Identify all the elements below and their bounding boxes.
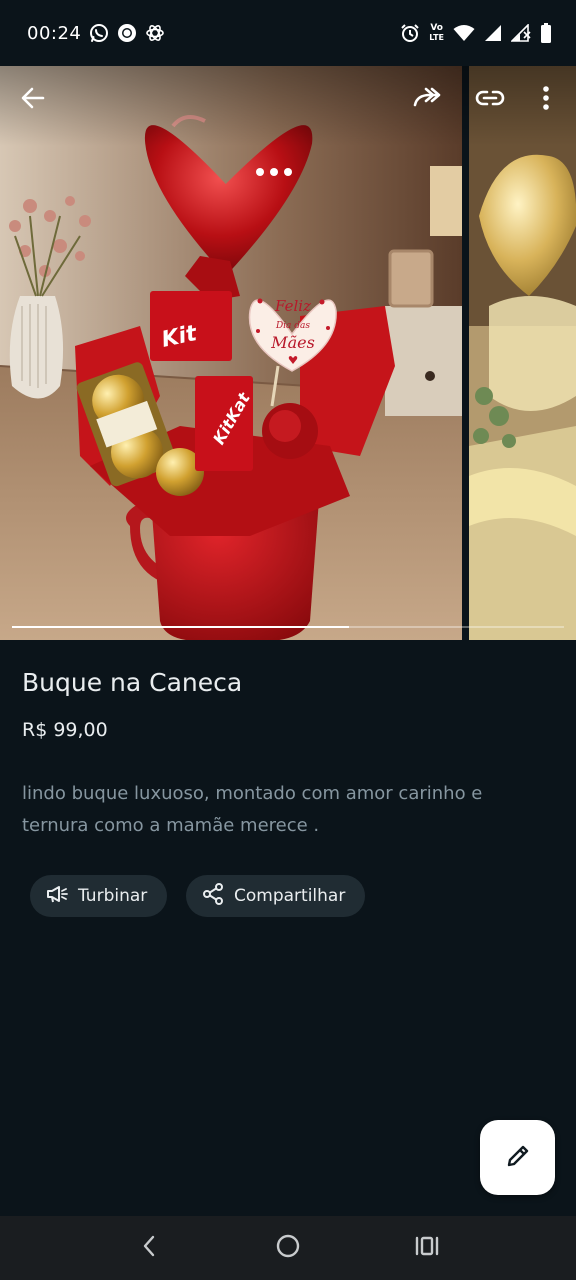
share-label: Compartilhar: [234, 886, 346, 906]
back-icon: [20, 85, 46, 115]
boost-button[interactable]: Turbinar: [30, 875, 168, 917]
status-time: 00:24: [27, 22, 82, 44]
link-icon: [475, 88, 505, 112]
balloon-tag-line3: Mães: [270, 333, 315, 352]
whatsapp-icon: [89, 23, 109, 43]
status-left-icons: [89, 23, 165, 43]
signal-icon: [484, 24, 502, 42]
battery-icon: [540, 23, 552, 43]
balloon-tag-line1: Feliz: [274, 297, 311, 315]
nav-recents-button[interactable]: [397, 1223, 457, 1273]
balloon-tag-line2: Dia das: [275, 321, 310, 331]
product-price: R$ 99,00: [22, 719, 108, 741]
back-button[interactable]: [11, 78, 55, 122]
volte-bottom-label: LTE: [429, 33, 444, 42]
product-title: Buque na Caneca: [22, 668, 243, 697]
record-icon: [117, 23, 137, 43]
media-progress-track: [12, 626, 564, 628]
forward-icon: [412, 85, 442, 115]
edit-button[interactable]: [480, 1120, 555, 1195]
next-product-photo[interactable]: [469, 66, 576, 640]
nav-back-icon: [141, 1234, 157, 1262]
nav-home-icon: [275, 1233, 301, 1263]
status-bar: 00:24 Vo LTE: [0, 0, 576, 66]
nav-back-button[interactable]: [119, 1223, 179, 1273]
chatgpt-icon: [145, 23, 165, 43]
signal-weak-icon: [511, 24, 531, 42]
system-nav-bar: [0, 1216, 576, 1280]
alarm-icon: [400, 23, 420, 43]
status-right-icons: Vo LTE: [400, 23, 552, 43]
product-description: lindo buque luxuoso, montado com amor ca…: [22, 783, 483, 836]
boost-label: Turbinar: [78, 886, 148, 906]
share-button[interactable]: Compartilhar: [186, 875, 366, 917]
media-progress-fill: [12, 626, 349, 628]
media-viewer[interactable]: Kit KitKat Feliz Dia das Mães: [0, 66, 576, 640]
forward-button[interactable]: [405, 78, 449, 122]
more-options-button[interactable]: [524, 78, 568, 122]
volte-icon: Vo LTE: [429, 23, 444, 43]
share-icon: [202, 882, 224, 910]
wifi-icon: [453, 24, 475, 42]
volte-top-label: Vo: [430, 23, 443, 33]
pencil-icon: [504, 1142, 532, 1174]
photo-divider: [462, 66, 469, 640]
product-photo[interactable]: Kit KitKat Feliz Dia das Mães: [0, 66, 462, 640]
copy-link-button[interactable]: [468, 78, 512, 122]
more-icon: [542, 85, 550, 115]
megaphone-icon: [46, 884, 68, 909]
nav-home-button[interactable]: [258, 1223, 318, 1273]
nav-recents-icon: [414, 1235, 440, 1261]
